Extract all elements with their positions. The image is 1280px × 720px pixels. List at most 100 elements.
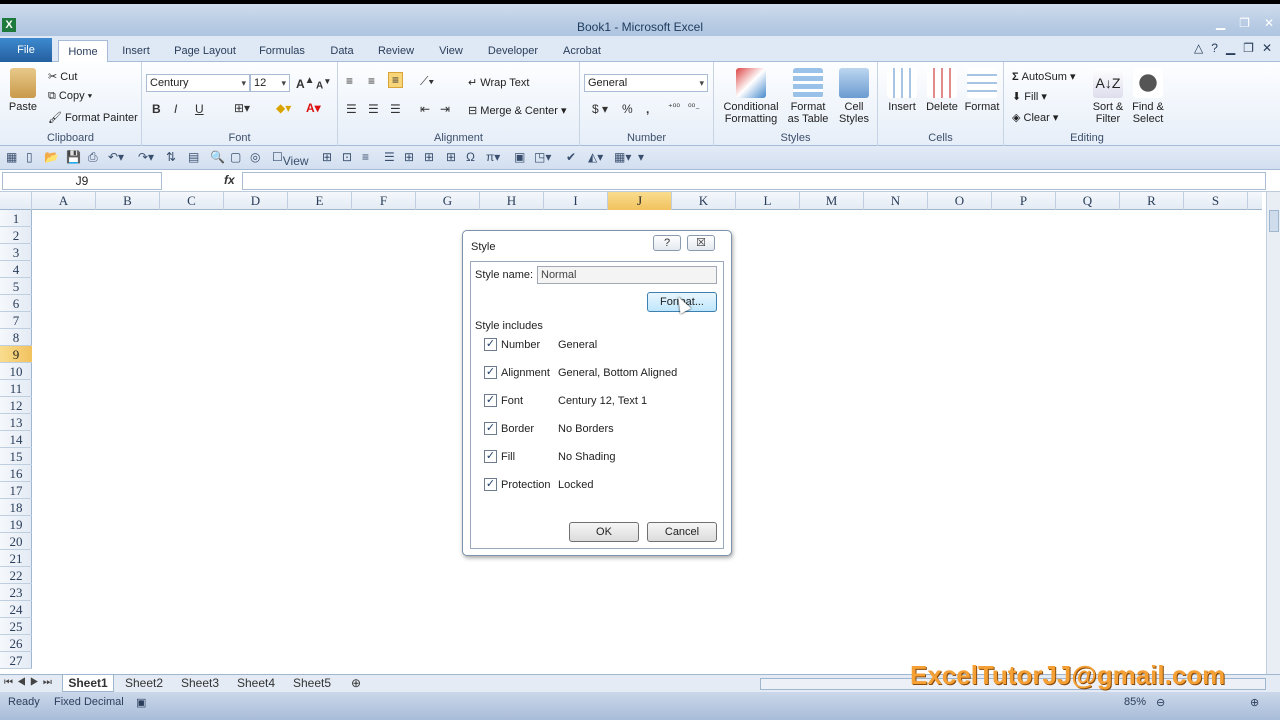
row-header[interactable]: 23	[0, 584, 32, 601]
row-header[interactable]: 17	[0, 482, 32, 499]
ok-button[interactable]: OK	[569, 522, 639, 542]
borders-icon[interactable]: ⊞▾	[234, 101, 250, 115]
row-header[interactable]: 19	[0, 516, 32, 533]
save-icon[interactable]: 💾	[66, 150, 81, 164]
column-header[interactable]: L	[736, 192, 800, 210]
chart-icon[interactable]: ▤	[188, 150, 199, 164]
row-header[interactable]: 11	[0, 380, 32, 397]
select-all-corner[interactable]	[0, 192, 32, 210]
row-header[interactable]: 18	[0, 499, 32, 516]
lines-icon[interactable]: ☰	[384, 150, 395, 164]
align-middle-icon[interactable]: ≡	[368, 74, 375, 88]
sheet-nav-arrows[interactable]: ⏮◀▶⏭	[4, 677, 56, 688]
style-name-field[interactable]: Normal	[537, 266, 717, 284]
row-header[interactable]: 22	[0, 567, 32, 584]
minimize-ribbon-icon[interactable]: △	[1194, 41, 1203, 55]
table-icon-2[interactable]: ▦▾	[614, 150, 631, 164]
include-checkbox[interactable]: ✓	[484, 338, 497, 351]
tab-data[interactable]: Data	[322, 40, 362, 62]
merge-center-button[interactable]: ⊟ Merge & Center ▾	[468, 104, 567, 117]
check-icon[interactable]: ✔	[566, 150, 576, 164]
status-zoom[interactable]: 85%	[1124, 696, 1146, 708]
shapes-icon[interactable]: ◳▾	[534, 150, 551, 164]
vertical-scrollbar[interactable]	[1266, 192, 1280, 674]
column-header[interactable]: H	[480, 192, 544, 210]
column-header[interactable]: Q	[1056, 192, 1120, 210]
autosum-button[interactable]: Σ AutoSum ▾	[1012, 70, 1076, 83]
tab-formulas[interactable]: Formulas	[252, 40, 312, 62]
underline-button[interactable]: U	[195, 102, 204, 116]
zoom-in-icon[interactable]: ⊕	[1250, 696, 1259, 709]
center-icon[interactable]: ≡	[362, 150, 369, 164]
cut-button[interactable]: ✂ Cut	[48, 70, 77, 83]
omega-icon[interactable]: Ω	[466, 150, 475, 164]
column-header[interactable]: S	[1184, 192, 1248, 210]
format-cells-button[interactable]: Format	[962, 68, 1002, 113]
row-header[interactable]: 20	[0, 533, 32, 550]
sheet-tab-2[interactable]: Sheet2	[118, 675, 170, 692]
column-header[interactable]: N	[864, 192, 928, 210]
decrease-decimal-icon[interactable]: ⁰⁰₋	[688, 102, 700, 113]
column-header[interactable]: I	[544, 192, 608, 210]
tab-developer[interactable]: Developer	[480, 40, 546, 62]
sort-filter-button[interactable]: A↓Z Sort & Filter	[1088, 68, 1128, 125]
row-header[interactable]: 26	[0, 635, 32, 652]
page-icon[interactable]: ▢	[230, 150, 241, 164]
scroll-thumb[interactable]	[1269, 210, 1279, 232]
insert-sheet-icon[interactable]: ⊕	[344, 675, 368, 692]
column-header[interactable]: O	[928, 192, 992, 210]
orientation-icon[interactable]: ⟋▾	[420, 74, 434, 89]
paste-button[interactable]: Paste	[6, 68, 40, 113]
bold-button[interactable]: B	[152, 102, 161, 116]
row-header[interactable]: 7	[0, 312, 32, 329]
column-header[interactable]: A	[32, 192, 96, 210]
clear-button[interactable]: ◈ Clear ▾	[1012, 111, 1058, 124]
format-painter-button[interactable]: 🖌 Format Painter	[48, 111, 138, 124]
decrease-indent-icon[interactable]: ⇤	[420, 102, 430, 116]
border-icon[interactable]: ⊡	[342, 150, 352, 164]
redo-icon[interactable]: ↷▾	[138, 150, 154, 164]
row-header[interactable]: 2	[0, 227, 32, 244]
comma-button[interactable]: ,	[646, 102, 649, 116]
percent-button[interactable]: %	[622, 102, 633, 116]
format-as-table-button[interactable]: Format as Table	[784, 68, 832, 125]
name-box[interactable]: J9	[2, 172, 162, 190]
sheet-tab-3[interactable]: Sheet3	[174, 675, 226, 692]
wrap-text-button[interactable]: ↵ Wrap Text	[468, 76, 529, 89]
column-header[interactable]: C	[160, 192, 224, 210]
print-preview-icon[interactable]: ⎙	[88, 150, 98, 165]
grid-2-icon[interactable]: ⊞	[424, 150, 434, 164]
dialog-help-button[interactable]: ?	[653, 235, 681, 251]
column-header[interactable]: B	[96, 192, 160, 210]
grid-3-icon[interactable]: ⊞	[446, 150, 456, 164]
row-header[interactable]: 4	[0, 261, 32, 278]
cancel-button[interactable]: Cancel	[647, 522, 717, 542]
increase-indent-icon[interactable]: ⇥	[440, 102, 450, 116]
conditional-formatting-button[interactable]: Conditional Formatting	[718, 68, 784, 125]
sheet-tab-5[interactable]: Sheet5	[286, 675, 338, 692]
doc-minimize-icon[interactable]: ▁	[1226, 41, 1235, 55]
sheet-tab-1[interactable]: Sheet1	[62, 675, 114, 692]
pi-icon[interactable]: π▾	[486, 150, 500, 164]
currency-button[interactable]: $ ▾	[592, 102, 608, 116]
customize-qat-icon[interactable]: ▾	[638, 150, 644, 164]
fx-icon[interactable]: fx	[224, 173, 235, 187]
column-header[interactable]: F	[352, 192, 416, 210]
tab-file[interactable]: File	[0, 38, 52, 62]
align-top-icon[interactable]: ≡	[346, 74, 353, 88]
textbox-icon[interactable]: ▣	[514, 150, 525, 164]
insert-cells-button[interactable]: Insert	[882, 68, 922, 113]
row-header[interactable]: 15	[0, 448, 32, 465]
row-header[interactable]: 5	[0, 278, 32, 295]
fill-icon[interactable]: ◭▾	[588, 150, 603, 164]
delete-cells-button[interactable]: Delete	[922, 68, 962, 113]
minimize-icon[interactable]: ▁	[1216, 16, 1225, 30]
tab-view[interactable]: View	[432, 40, 470, 62]
row-header[interactable]: 14	[0, 431, 32, 448]
excel-qat-icon[interactable]: ▦	[6, 150, 17, 164]
row-header[interactable]: 25	[0, 618, 32, 635]
tab-review[interactable]: Review	[372, 40, 420, 62]
copy-button[interactable]: ⧉ Copy ▾	[48, 90, 92, 103]
row-header[interactable]: 6	[0, 295, 32, 312]
column-header[interactable]: K	[672, 192, 736, 210]
